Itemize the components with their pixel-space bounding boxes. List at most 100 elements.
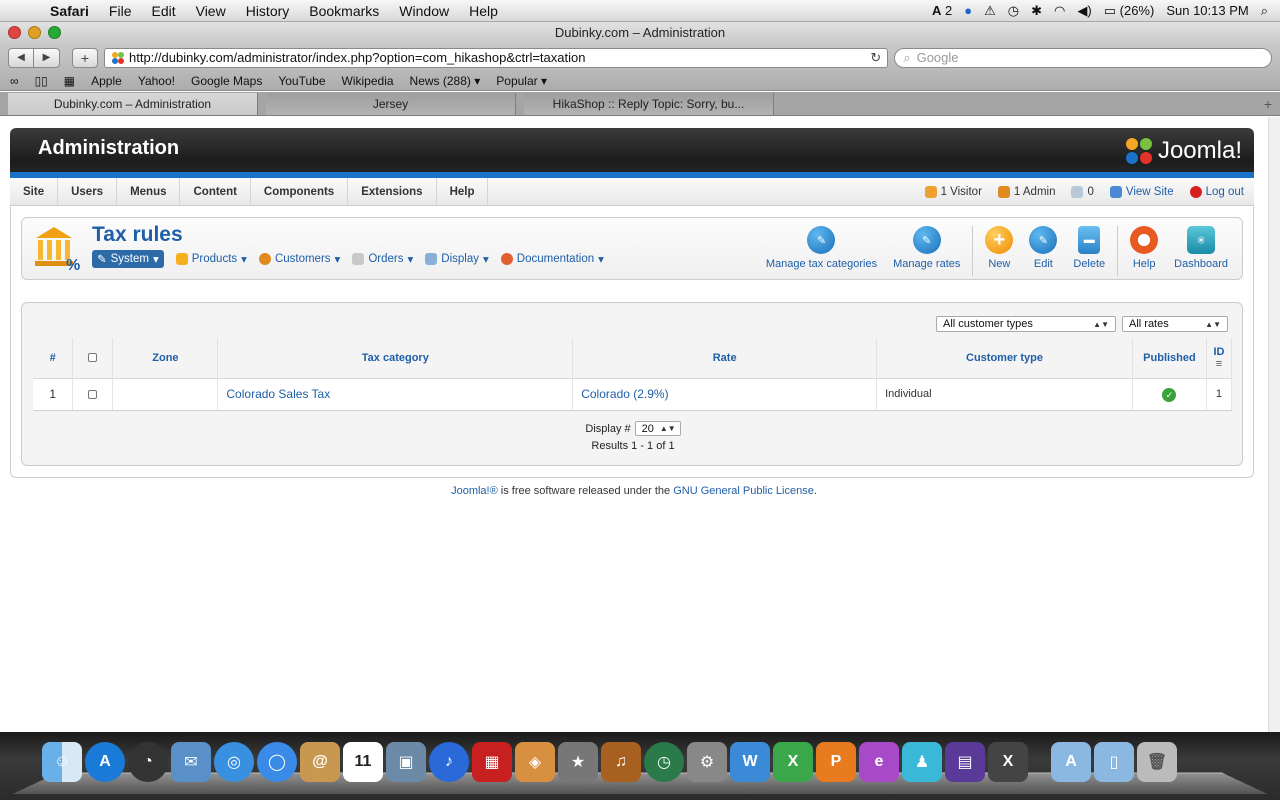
menu-app-safari[interactable]: Safari [40,3,99,19]
submenu-system[interactable]: ✎ System ▾ [92,250,164,268]
bookmark-news[interactable]: News (288) ▾ [410,74,481,88]
x11-icon[interactable]: X [988,742,1028,782]
bookmark-wikipedia[interactable]: Wikipedia [342,74,394,88]
word-icon[interactable]: W [730,742,770,782]
itunes-icon[interactable]: ♪ [429,742,469,782]
menu-users[interactable]: Users [58,177,118,206]
header-published[interactable]: Published [1132,338,1207,379]
spotlight-icon[interactable]: ⌕ [1261,3,1268,19]
top-sites-grid-icon[interactable]: ▦ [64,74,75,88]
customer-type-filter[interactable]: All customer types ▲▼ [936,316,1116,332]
submenu-display[interactable]: Display ▾ [425,252,489,266]
tab-administration[interactable]: Dubinky.com – Administration [8,93,258,115]
time-machine-dock-icon[interactable]: ◷ [644,742,684,782]
menu-window[interactable]: Window [389,3,459,19]
menu-content[interactable]: Content [180,177,251,206]
header-zone[interactable]: Zone [112,338,219,379]
search-field[interactable]: ⌕ Google [894,47,1272,68]
header-rate[interactable]: Rate [572,338,878,379]
dashboard-button[interactable]: ✳ Dashboard [1166,226,1236,270]
bookmark-youtube[interactable]: YouTube [278,74,325,88]
menu-extensions[interactable]: Extensions [348,177,437,206]
menu-help[interactable]: Help [459,3,508,19]
entourage-icon[interactable]: e [859,742,899,782]
ical-icon[interactable]: 11 [343,742,383,782]
published-check-icon[interactable]: ✓ [1162,387,1177,402]
header-tax-category[interactable]: Tax category [217,338,574,379]
menu-help-joomla[interactable]: Help [437,177,489,206]
menu-file[interactable]: File [99,3,142,19]
iphoto-icon[interactable]: ▣ [386,742,426,782]
logout-link[interactable]: Log out [1189,185,1244,198]
adobe-status[interactable]: A 2 [932,3,952,18]
new-button[interactable]: + New [977,226,1021,270]
front-row-icon[interactable]: ▦ [472,742,512,782]
edit-button[interactable]: ✎ Edit [1021,226,1065,270]
forward-button[interactable]: ▶ [34,47,60,68]
delete-button[interactable]: ▬ Delete [1065,226,1113,270]
menu-components[interactable]: Components [251,177,349,206]
address-bar[interactable]: http://dubinky.com/administrator/index.p… [103,47,889,68]
address-book-icon[interactable]: @ [300,742,340,782]
manage-rates-button[interactable]: ✎ Manage rates [885,226,968,270]
bookmark-google-maps[interactable]: Google Maps [191,74,262,88]
back-button[interactable]: ◀ [8,47,34,68]
bookmark-yahoo[interactable]: Yahoo! [138,74,175,88]
bookmark-apple[interactable]: Apple [91,74,122,88]
excel-icon[interactable]: X [773,742,813,782]
menu-history[interactable]: History [236,3,300,19]
system-preferences-icon[interactable]: ⚙ [687,742,727,782]
documents-folder-icon[interactable]: ▯ [1094,742,1134,782]
imovie-icon[interactable]: ★ [558,742,598,782]
battery-status[interactable]: ▭ (26%) [1104,3,1155,19]
mail-icon[interactable]: ✉ [171,742,211,782]
app-store-icon[interactable]: A [85,742,125,782]
vertical-scrollbar[interactable] [1268,117,1280,732]
volume-icon[interactable]: ◀) [1077,3,1091,19]
book-icon[interactable]: ▯▯ [35,74,48,88]
bluetooth-icon[interactable]: ✱ [1031,3,1042,19]
header-id[interactable]: ID ≡ [1206,338,1233,379]
my-day-icon[interactable]: ▤ [945,742,985,782]
zoom-window-button[interactable] [48,26,61,39]
warning-icon[interactable]: ⚠ [984,3,996,19]
finder-icon[interactable]: ☺ [42,742,82,782]
messenger-icon[interactable]: ♟ [902,742,942,782]
garageband-icon[interactable]: ♫ [601,742,641,782]
submenu-products[interactable]: Products ▾ [175,252,247,266]
joomla-link[interactable]: Joomla!® [451,485,498,497]
help-button[interactable]: Help [1122,226,1166,270]
wifi-icon[interactable]: ◠ [1054,3,1065,19]
bookmark-popular[interactable]: Popular ▾ [496,74,547,88]
menu-edit[interactable]: Edit [141,3,185,19]
tab-hikashop[interactable]: HikaShop :: Reply Topic: Sorry, bu... [524,93,774,115]
rates-filter[interactable]: All rates ▲▼ [1122,316,1228,332]
time-machine-icon[interactable]: ◷ [1008,3,1019,19]
trash-dock-icon[interactable]: 🗑 [1137,742,1177,782]
new-tab-icon[interactable]: + [1264,93,1280,115]
reload-icon[interactable]: ↻ [870,50,881,66]
menu-bookmarks[interactable]: Bookmarks [299,3,389,19]
submenu-documentation[interactable]: Documentation ▾ [500,252,604,266]
menu-site[interactable]: Site [10,177,59,206]
ichat-icon[interactable]: ◯ [257,742,297,782]
applications-folder-icon[interactable]: A [1051,742,1091,782]
powerpoint-icon[interactable]: P [816,742,856,782]
reading-glasses-icon[interactable]: ∞ [10,74,19,88]
row-tax-category-link[interactable]: Colorado Sales Tax [217,378,574,411]
gpl-license-link[interactable]: GNU General Public License [673,485,814,497]
select-all-checkbox[interactable] [88,353,98,363]
add-bookmark-button[interactable]: + [72,47,98,68]
menu-menus[interactable]: Menus [117,177,181,206]
table-row[interactable]: 1 Colorado Sales Tax Colorado (2.9%) Ind… [33,378,1233,411]
image-capture-icon[interactable]: ◈ [515,742,555,782]
view-site-link[interactable]: View Site [1109,185,1174,198]
messages-status[interactable]: 0 [1071,185,1094,198]
menu-view[interactable]: View [186,3,236,19]
safari-icon[interactable]: ◎ [214,742,254,782]
dashboard-dock-icon[interactable]: ◔ [128,742,168,782]
tab-jersey[interactable]: Jersey [266,93,516,115]
clock[interactable]: Sun 10:13 PM [1166,3,1248,18]
submenu-customers[interactable]: Customers ▾ [258,252,340,266]
submenu-orders[interactable]: Orders ▾ [352,252,413,266]
